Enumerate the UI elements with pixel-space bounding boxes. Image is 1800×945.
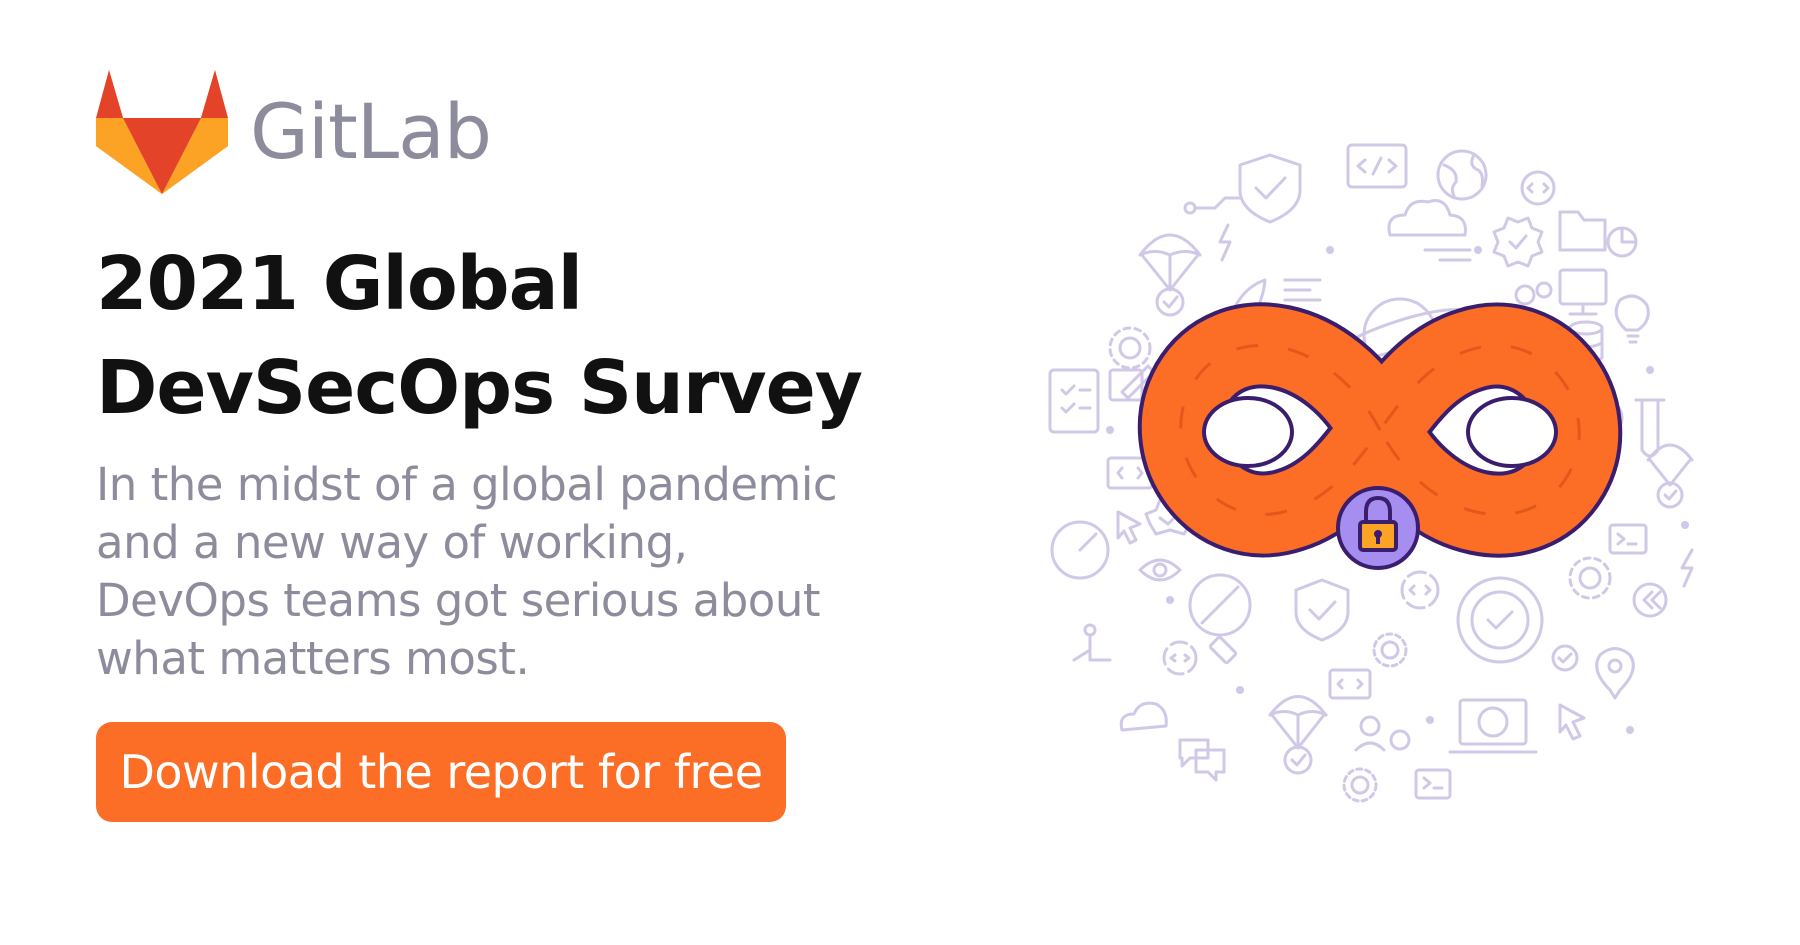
location-pin-icon	[1595, 647, 1635, 700]
eye-icon	[1138, 558, 1182, 582]
terminal-lower-icon	[1414, 768, 1452, 800]
sync-code-lower-icon	[1400, 570, 1440, 610]
satellite-icon	[1188, 573, 1252, 665]
padlock-icon	[1336, 486, 1420, 570]
folder-icon	[1558, 210, 1607, 252]
gear-lower-icon	[1372, 632, 1408, 668]
headline-line-2: DevSecOps Survey	[96, 345, 863, 431]
intro-line-4: what matters most.	[96, 632, 530, 685]
gear-right-icon	[1568, 556, 1612, 600]
intro-text: In the midst of a global pandemic and a …	[96, 456, 916, 688]
shield-lower-icon	[1294, 578, 1350, 642]
gear-icon	[1108, 326, 1152, 370]
code-window-lower-icon	[1328, 668, 1372, 700]
parachute-right-icon	[1646, 443, 1694, 509]
cursor-icon	[1116, 510, 1142, 545]
parachute-icon	[1138, 233, 1202, 317]
users-lower-icon	[1354, 715, 1411, 752]
brand-name: GitLab	[250, 87, 492, 176]
cloud-lower-icon	[1119, 701, 1168, 732]
pie-chart-icon	[1606, 226, 1638, 258]
computer-icon	[1558, 268, 1608, 316]
globe-icon	[1436, 149, 1488, 201]
gauge-icon	[1050, 520, 1110, 580]
devsecops-illustration	[1030, 130, 1730, 810]
page-title: 2021 Global DevSecOps Survey	[96, 232, 863, 440]
shield-check-icon	[1238, 153, 1302, 224]
download-report-button[interactable]: Download the report for free	[96, 722, 786, 822]
headline-line-1: 2021 Global	[96, 241, 583, 327]
target-icon	[1456, 576, 1544, 664]
laptop-icon	[1448, 698, 1538, 754]
check-circle-lower-icon	[1551, 644, 1579, 672]
code-circle-icon	[1520, 170, 1556, 206]
brand-logo: GitLab	[96, 70, 492, 194]
terminal-icon	[1608, 523, 1648, 555]
circuit-left-icon	[1072, 623, 1112, 662]
lightning-right-icon	[1680, 548, 1694, 588]
sync-code-left-icon	[1162, 640, 1198, 676]
code-window-icon	[1346, 143, 1408, 189]
cursor-lower-icon	[1558, 703, 1586, 741]
lightbulb-icon	[1614, 294, 1650, 344]
clipboard-checklist-icon	[1048, 368, 1100, 434]
lightning-icon	[1218, 223, 1232, 262]
gitlab-tanuki-icon	[96, 70, 228, 194]
chat-bubble-icon	[1178, 738, 1226, 782]
rewind-icon	[1632, 582, 1668, 618]
parachute-lower-icon	[1268, 695, 1328, 775]
circuit-icon	[1183, 196, 1242, 215]
intro-line-3: DevOps teams got serious about	[96, 574, 821, 627]
intro-line-1: In the midst of a global pandemic	[96, 458, 838, 511]
gear-bottom-icon	[1342, 767, 1378, 803]
cloud-icon	[1387, 199, 1467, 237]
text-lines-icon	[1283, 248, 1472, 302]
badge-check-icon	[1492, 216, 1544, 268]
intro-line-2: and a new way of working,	[96, 516, 688, 569]
